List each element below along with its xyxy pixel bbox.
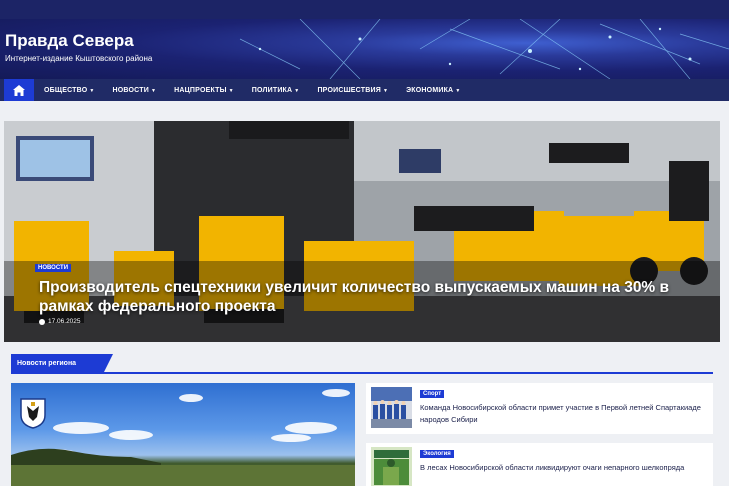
side-news-title[interactable]: Команда Новосибирской области примет уча…: [420, 402, 705, 426]
main-nav: ОБЩЕСТВО ▼ НОВОСТИ ▼ НАЦПРОЕКТЫ ▼ ПОЛИТИКА ▼…: [0, 79, 729, 101]
sport-team-image: [371, 387, 412, 428]
nav-item-incidents[interactable]: ПРОИСШЕСТВИЯ ▼: [317, 87, 388, 94]
landscape-image: [11, 389, 355, 486]
forest-image: [371, 447, 412, 486]
site-tagline: Интернет-издание Кыштовского района: [5, 54, 153, 63]
section-title: Новости региона: [11, 354, 113, 374]
side-news-category-badge[interactable]: Спорт: [420, 390, 445, 398]
site-header: Правда Севера Интернет-издание Кыштовско…: [0, 19, 729, 79]
hero-title[interactable]: Производитель спецтехники увеличит колич…: [39, 278, 679, 316]
nav-item-news[interactable]: НОВОСТИ ▼: [113, 87, 157, 94]
section-heading: Новости региона: [11, 354, 713, 374]
nav-item-label: ОБЩЕСТВО: [44, 86, 88, 94]
nav-item-label: НОВОСТИ: [112, 86, 149, 94]
nav-item-natprojects[interactable]: НАЦПРОЕКТЫ ▼: [174, 87, 234, 94]
featured-news-image[interactable]: [11, 383, 355, 486]
top-strip: [0, 0, 729, 19]
nav-item-label: НАЦПРОЕКТЫ: [174, 86, 227, 94]
nav-item-economy[interactable]: ЭКОНОМИКА ▼: [406, 87, 460, 94]
nav-home-button[interactable]: [4, 79, 34, 101]
caret-down-icon: ▼: [228, 87, 234, 94]
side-news-thumbnail: [371, 387, 412, 428]
clock-icon: [39, 318, 45, 325]
caret-down-icon: ▼: [455, 87, 461, 94]
caret-down-icon: ▼: [150, 87, 157, 94]
site-title[interactable]: Правда Севера: [5, 31, 134, 51]
side-news-item[interactable]: Экология В лесах Новосибирской области л…: [366, 443, 713, 486]
hero-category-badge[interactable]: НОВОСТИ: [35, 264, 72, 272]
nav-item-label: ЭКОНОМИКА: [406, 86, 454, 94]
hero-date: 17.06.2025: [39, 318, 81, 325]
side-news-title[interactable]: В лесах Новосибирской области ликвидирую…: [420, 462, 705, 474]
side-news-item[interactable]: Спорт Команда Новосибирской области прим…: [366, 383, 713, 434]
nav-item-label: ПРОИСШЕСТВИЯ: [317, 86, 381, 94]
nav-item-label: ПОЛИТИКА: [251, 86, 293, 94]
hero-date-text: 17.06.2025: [48, 318, 81, 325]
nav-item-politics[interactable]: ПОЛИТИКА ▼: [252, 87, 300, 94]
region-emblem-icon: [20, 398, 46, 429]
side-news-category-badge[interactable]: Экология: [420, 450, 454, 458]
side-news-thumbnail: [371, 447, 412, 486]
caret-down-icon: ▼: [294, 87, 300, 94]
nav-item-society[interactable]: ОБЩЕСТВО ▼: [44, 87, 95, 94]
caret-down-icon: ▼: [382, 87, 389, 94]
home-icon: [13, 84, 25, 96]
caret-down-icon: ▼: [89, 87, 95, 94]
